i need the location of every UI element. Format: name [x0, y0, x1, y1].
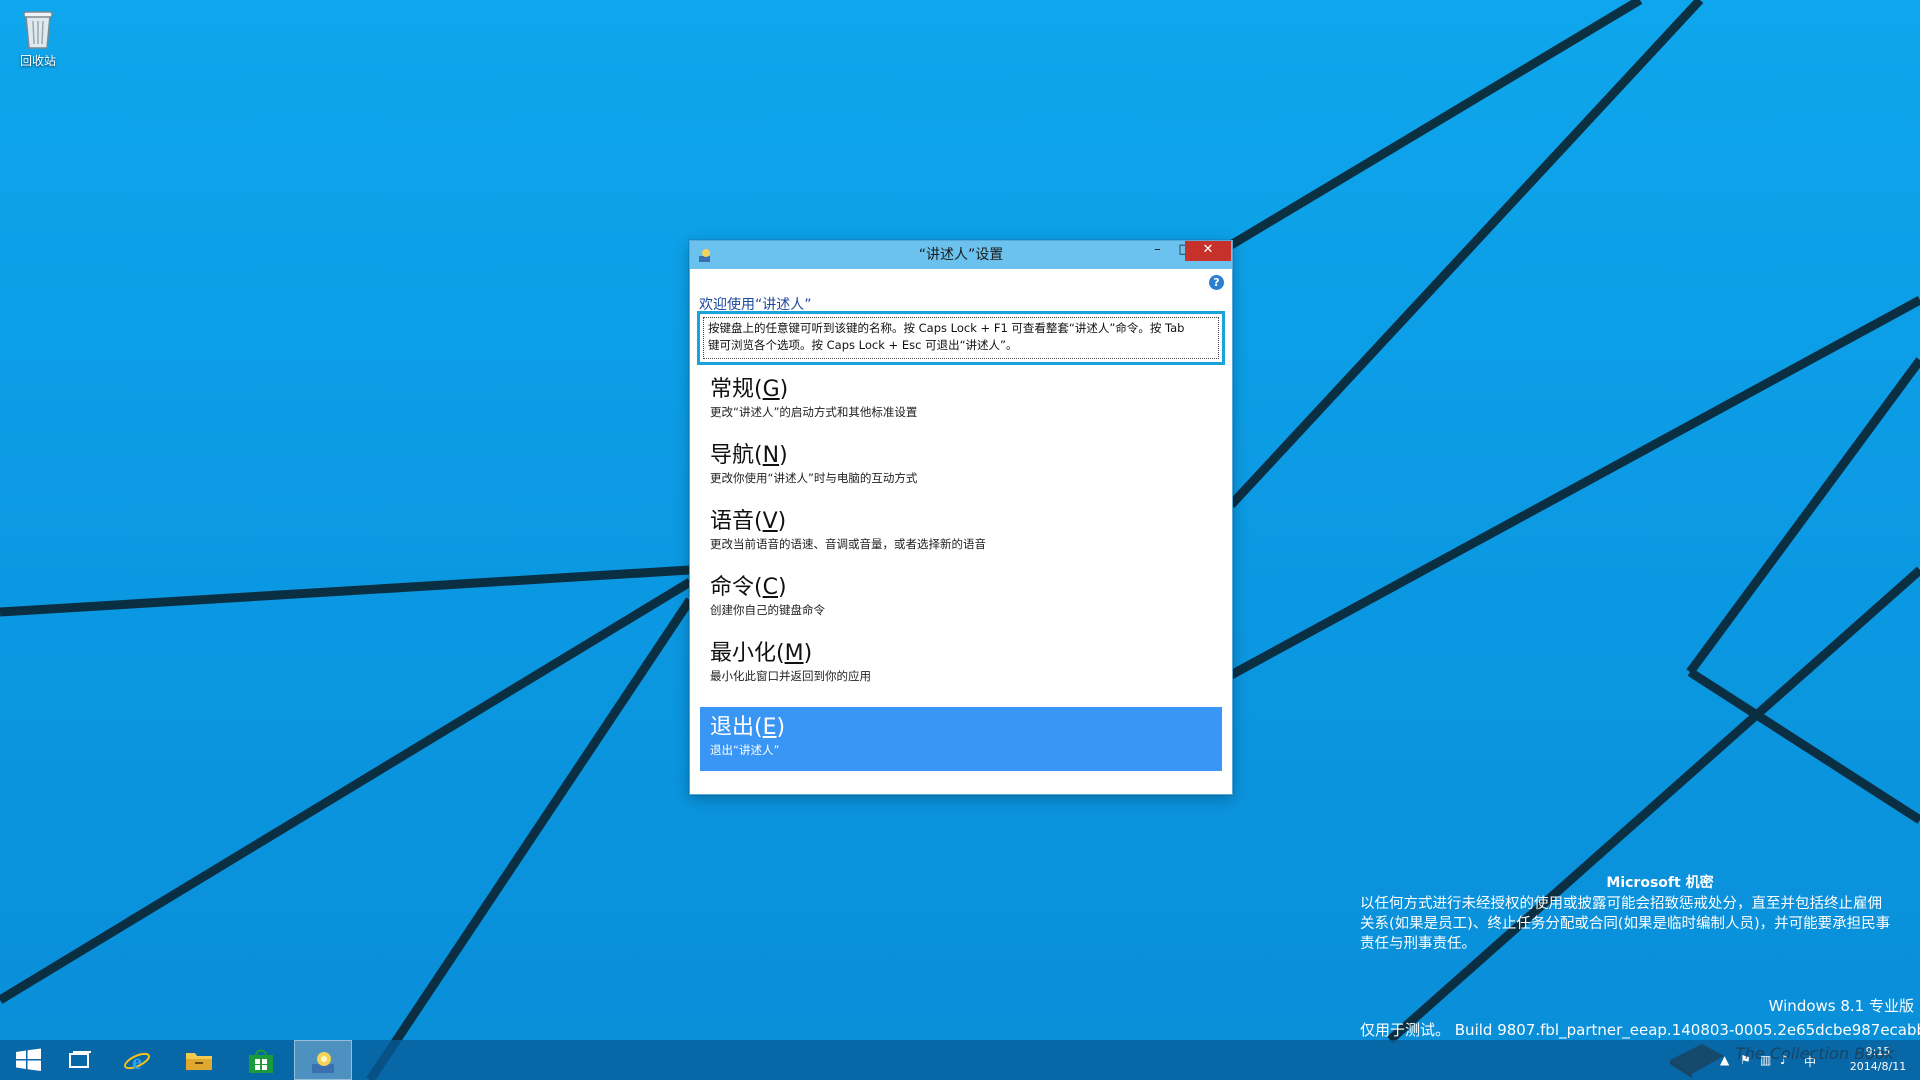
menu-item-general[interactable]: 常规(G) 更改“讲述人”的启动方式和其他标准设置	[700, 369, 1222, 433]
minimize-button[interactable]: –	[1144, 241, 1171, 261]
menu-item-voice[interactable]: 语音(V) 更改当前语音的语速、音调或音量，或者选择新的语音	[700, 501, 1222, 565]
title-bar[interactable]: “讲述人”设置 – □ ✕	[690, 241, 1232, 269]
svg-text:e: e	[132, 1049, 142, 1074]
watermark-line-3: 责任与刑事责任。	[1360, 936, 1476, 952]
menu-item-desc: 退出“讲述人”	[710, 743, 780, 757]
watermark-text: 以任何方式进行未经授权的使用或披露可能会招致惩戒处分，直至并包括终止雇佣 关系(…	[1360, 894, 1920, 954]
instructions-text: 按键盘上的任意键可听到该键的名称。按 Caps Lock + F1 可查看整套“…	[703, 317, 1219, 359]
taskbar: e ▲ ⚑ ▥ ♪ 中 9:15 2014/8/11	[0, 1040, 1920, 1080]
menu-item-desc: 最小化此窗口并返回到你的应用	[710, 669, 871, 683]
menu-item-minimize[interactable]: 最小化(M) 最小化此窗口并返回到你的应用	[700, 633, 1222, 697]
narrator-taskbar-button[interactable]	[294, 1040, 352, 1080]
menu-item-label: 导航(N)	[710, 443, 788, 468]
watermark-title: Microsoft 机密	[1606, 875, 1714, 891]
menu-item-navigation[interactable]: 导航(N) 更改你使用“讲述人”时与电脑的互动方式	[700, 435, 1222, 499]
instructions-line-1: 按键盘上的任意键可听到该键的名称。按 Caps Lock + F1 可查看整套“…	[708, 321, 1185, 335]
task-view-icon	[69, 1051, 91, 1068]
internet-explorer-button[interactable]: e	[108, 1040, 166, 1080]
menu-item-desc: 创建你自己的键盘命令	[710, 603, 825, 617]
help-icon[interactable]: ?	[1209, 275, 1224, 290]
menu-item-desc: 更改“讲述人”的启动方式和其他标准设置	[710, 405, 918, 419]
collection-book-text: The Collection Book	[1735, 1044, 1894, 1063]
folder-icon	[186, 1053, 212, 1070]
task-view-button[interactable]	[50, 1040, 108, 1080]
menu-item-label: 常规(G)	[710, 377, 789, 402]
watermark-line-2: 关系(如果是员工)、终止任务分配或合同(如果是临时编制人员)，并可能要承担民事	[1360, 916, 1891, 932]
menu-item-label: 最小化(M)	[710, 641, 813, 666]
recycle-bin[interactable]: 回收站	[10, 6, 66, 69]
windows-logo-icon	[16, 1048, 41, 1071]
close-button[interactable]: ✕	[1185, 241, 1231, 261]
instructions-box[interactable]: 按键盘上的任意键可听到该键的名称。按 Caps Lock + F1 可查看整套“…	[697, 311, 1225, 365]
windows-edition: Windows 8.1 专业版	[1768, 997, 1914, 1015]
recycle-bin-icon	[23, 11, 53, 49]
menu-item-desc: 更改当前语音的语速、音调或音量，或者选择新的语音	[710, 537, 986, 551]
narrator-icon	[312, 1052, 334, 1073]
store-bag-icon	[249, 1049, 273, 1073]
menu-item-desc: 更改你使用“讲述人”时与电脑的互动方式	[710, 471, 918, 485]
build-string: 仅用于测试。 Build 9807.fbl_partner_eeap.14080…	[1360, 1021, 1920, 1039]
file-explorer-button[interactable]	[170, 1040, 228, 1080]
menu-item-exit[interactable]: 退出(E) 退出“讲述人”	[700, 707, 1222, 771]
menu-item-label: 退出(E)	[710, 715, 786, 740]
menu-item-commands[interactable]: 命令(C) 创建你自己的键盘命令	[700, 567, 1222, 631]
book-logo-icon	[1670, 1044, 1724, 1078]
narrator-settings-window: “讲述人”设置 – □ ✕ ? 欢迎使用“讲述人” 按键盘上的任意键可听到该键的…	[689, 240, 1233, 795]
instructions-line-2: 键可浏览各个选项。按 Caps Lock + Esc 可退出“讲述人”。	[708, 338, 1018, 352]
menu-item-label: 语音(V)	[710, 509, 787, 534]
desktop: 回收站 “讲述人”设置 – □ ✕ ? 欢迎使用“讲述人” 按键盘上的任意键可听…	[0, 0, 1920, 1080]
confidential-watermark: Microsoft 机密 以任何方式进行未经授权的使用或披露可能会招致惩戒处分，…	[1360, 872, 1920, 954]
menu-item-label: 命令(C)	[710, 575, 787, 600]
store-button[interactable]	[232, 1040, 290, 1080]
watermark-line-1: 以任何方式进行未经授权的使用或披露可能会招致惩戒处分，直至并包括终止雇佣	[1360, 896, 1882, 912]
recycle-bin-label: 回收站	[19, 54, 56, 68]
internet-explorer-icon: e	[124, 1049, 150, 1074]
